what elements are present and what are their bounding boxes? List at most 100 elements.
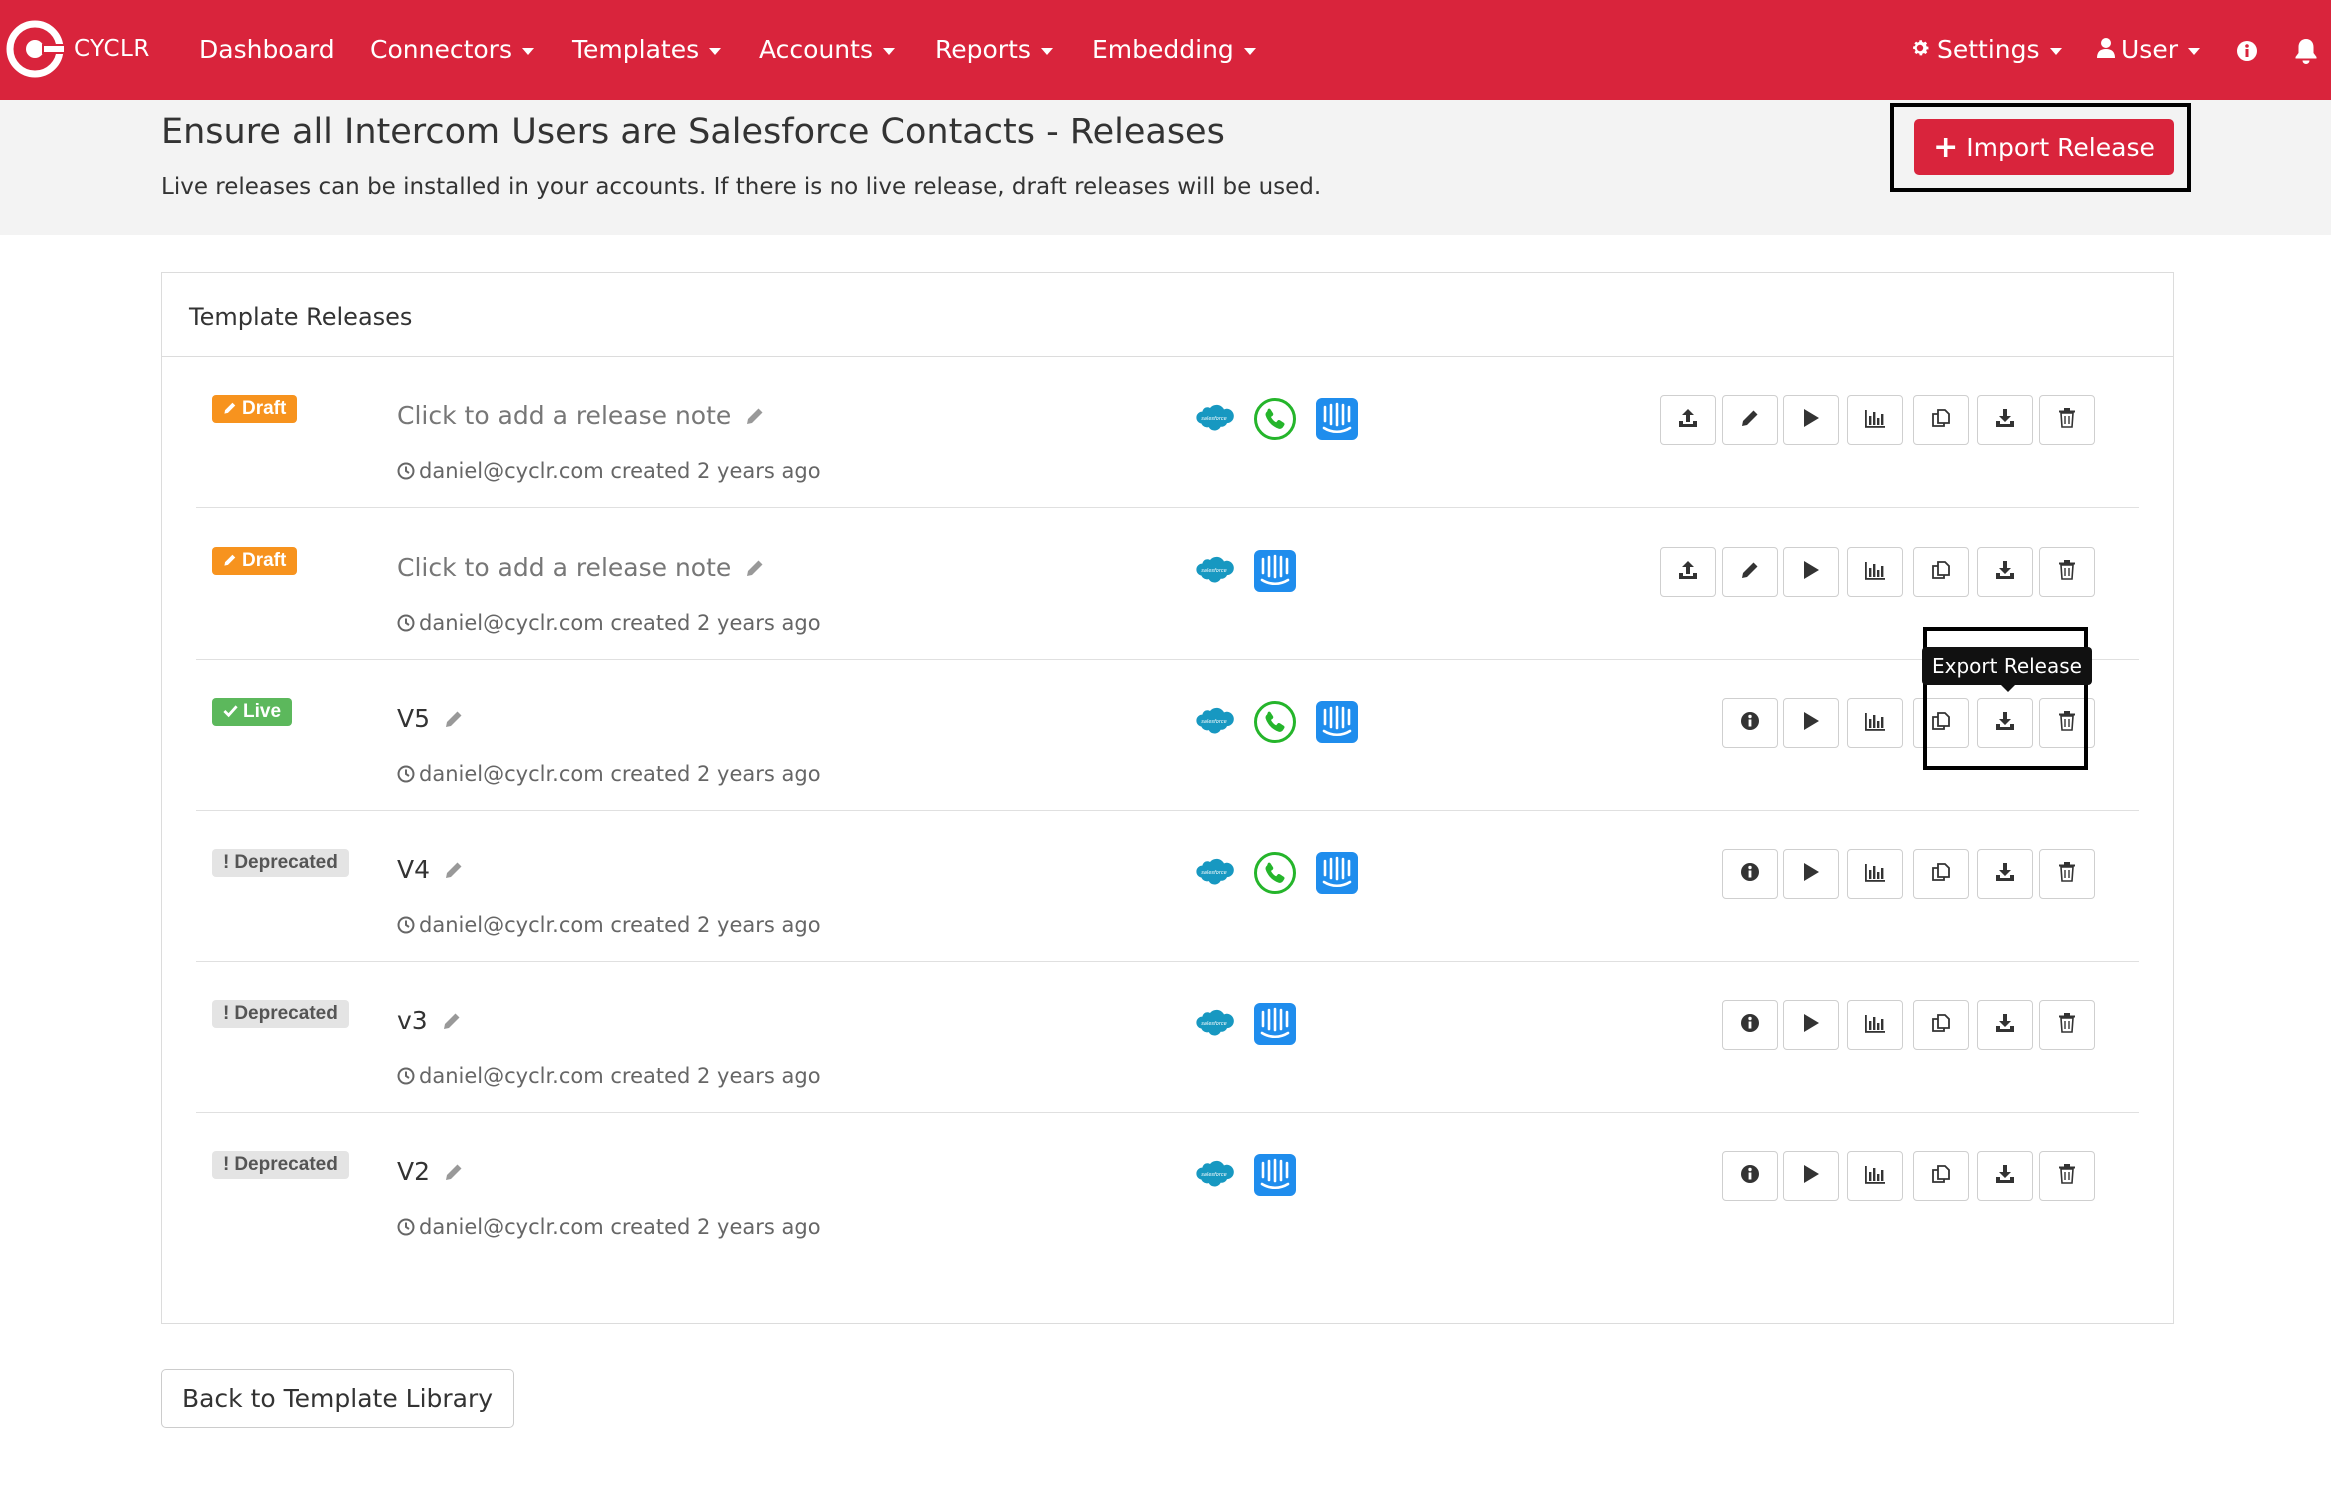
status-badge-label: Deprecated	[234, 1154, 338, 1175]
run-button[interactable]	[1783, 849, 1839, 899]
stats-button[interactable]	[1847, 547, 1903, 597]
back-to-template-library-button[interactable]: Back to Template Library	[161, 1369, 514, 1428]
status-badge-label: Draft	[242, 398, 287, 419]
publish-icon	[1677, 559, 1699, 586]
intercom-icon	[1315, 397, 1359, 441]
stats-button[interactable]	[1847, 1151, 1903, 1201]
pencil-icon[interactable]	[444, 857, 464, 886]
cyclr-logo[interactable]: CYCLR	[6, 19, 150, 79]
delete-button[interactable]	[2039, 1151, 2095, 1201]
delete-button[interactable]	[2039, 547, 2095, 597]
delete-icon	[2058, 861, 2076, 888]
salesforce-icon: salesforce	[1192, 402, 1236, 446]
release-meta-text: daniel@cyclr.com created 2 years ago	[419, 1215, 821, 1239]
release-note-field[interactable]: Click to add a release note	[397, 553, 765, 584]
release-note-field[interactable]: V2	[397, 1157, 464, 1188]
stats-icon	[1864, 560, 1886, 585]
intercom-icon	[1253, 1002, 1297, 1046]
stats-button[interactable]	[1847, 1000, 1903, 1050]
stats-button[interactable]	[1847, 849, 1903, 899]
nav-connectors[interactable]: Connectors	[370, 30, 534, 70]
delete-button[interactable]	[2039, 849, 2095, 899]
publish-button[interactable]	[1660, 395, 1716, 445]
page-title: Ensure all Intercom Users are Salesforce…	[161, 112, 1225, 152]
salesforce-icon: salesforce	[1192, 705, 1236, 749]
run-icon	[1802, 862, 1820, 887]
clock-icon	[397, 1217, 415, 1241]
settings-menu[interactable]: Settings	[1909, 30, 2062, 70]
export-release-icon	[1994, 559, 2016, 586]
pencil-icon[interactable]	[444, 1159, 464, 1188]
salesforce-icon: salesforce	[1192, 554, 1236, 598]
release-row: Draft Click to add a release note daniel@c…	[196, 509, 2139, 660]
copy-button[interactable]	[1913, 395, 1969, 445]
user-label: User	[2121, 35, 2178, 64]
pencil-icon[interactable]	[745, 555, 765, 584]
cyclr-logo-icon	[6, 20, 64, 78]
info-button[interactable]	[1722, 1000, 1778, 1050]
export-release-button[interactable]	[1977, 1151, 2033, 1201]
status-badge-label: Draft	[242, 550, 287, 571]
bell-icon	[2294, 35, 2318, 64]
pencil-icon[interactable]	[745, 403, 765, 432]
import-release-button[interactable]: + Import Release	[1914, 119, 2174, 175]
nav-embedding[interactable]: Embedding	[1092, 30, 1256, 70]
clock-icon	[397, 613, 415, 637]
release-note-field[interactable]: V4	[397, 855, 464, 886]
pencil-icon[interactable]	[444, 706, 464, 735]
nav-label: Dashboard	[199, 35, 335, 64]
user-menu[interactable]: User	[2097, 30, 2200, 70]
nav-dashboard[interactable]: Dashboard	[199, 30, 335, 70]
delete-button[interactable]	[2039, 1000, 2095, 1050]
pencil-icon[interactable]	[442, 1008, 462, 1037]
notifications-button[interactable]	[2294, 30, 2318, 70]
release-note-field[interactable]: V5	[397, 704, 464, 735]
release-note-field[interactable]: Click to add a release note	[397, 401, 765, 432]
export-release-button[interactable]	[1977, 395, 2033, 445]
export-release-button[interactable]	[1977, 849, 2033, 899]
edit-icon	[1740, 408, 1760, 433]
release-row: Live V5 daniel@cyclr.com created 2 years a…	[196, 660, 2139, 811]
release-note-text: V2	[397, 1157, 431, 1186]
nav-label: Connectors	[370, 35, 512, 64]
delete-icon	[2058, 1012, 2076, 1039]
release-meta: daniel@cyclr.com created 2 years ago	[397, 1064, 821, 1090]
release-note-field[interactable]: v3	[397, 1006, 462, 1037]
run-button[interactable]	[1783, 547, 1839, 597]
release-row: ! Deprecated V2 daniel@cyclr.com created 2 …	[196, 1113, 2139, 1264]
copy-button[interactable]	[1913, 547, 1969, 597]
stats-button[interactable]	[1847, 698, 1903, 748]
edit-icon	[1740, 560, 1760, 585]
info-button[interactable]	[1722, 849, 1778, 899]
run-button[interactable]	[1783, 698, 1839, 748]
copy-button[interactable]	[1913, 1000, 1969, 1050]
publish-button[interactable]	[1660, 547, 1716, 597]
info-button[interactable]	[2236, 30, 2258, 70]
delete-icon	[2058, 559, 2076, 586]
info-button[interactable]	[1722, 1151, 1778, 1201]
intercom-icon	[1315, 851, 1359, 895]
export-release-button[interactable]	[1977, 547, 2033, 597]
export-release-button[interactable]	[1977, 1000, 2033, 1050]
delete-button[interactable]	[2039, 395, 2095, 445]
release-meta-text: daniel@cyclr.com created 2 years ago	[419, 1064, 821, 1088]
copy-icon	[1930, 1163, 1952, 1190]
edit-button[interactable]	[1722, 547, 1778, 597]
release-meta: daniel@cyclr.com created 2 years ago	[397, 459, 821, 485]
run-button[interactable]	[1783, 1000, 1839, 1050]
release-note-text: V5	[397, 704, 431, 733]
nav-accounts[interactable]: Accounts	[759, 30, 895, 70]
stats-button[interactable]	[1847, 395, 1903, 445]
copy-button[interactable]	[1913, 849, 1969, 899]
top-navbar: CYCLR Dashboard Connectors Templates Accoun…	[0, 0, 2331, 100]
run-button[interactable]	[1783, 1151, 1839, 1201]
copy-button[interactable]	[1913, 1151, 1969, 1201]
stats-icon	[1864, 408, 1886, 433]
edit-button[interactable]	[1722, 395, 1778, 445]
info-button[interactable]	[1722, 698, 1778, 748]
nav-templates[interactable]: Templates	[572, 30, 722, 70]
nav-reports[interactable]: Reports	[935, 30, 1053, 70]
run-button[interactable]	[1783, 395, 1839, 445]
intercom-icon	[1253, 1153, 1297, 1197]
chevron-down-icon	[709, 47, 722, 55]
